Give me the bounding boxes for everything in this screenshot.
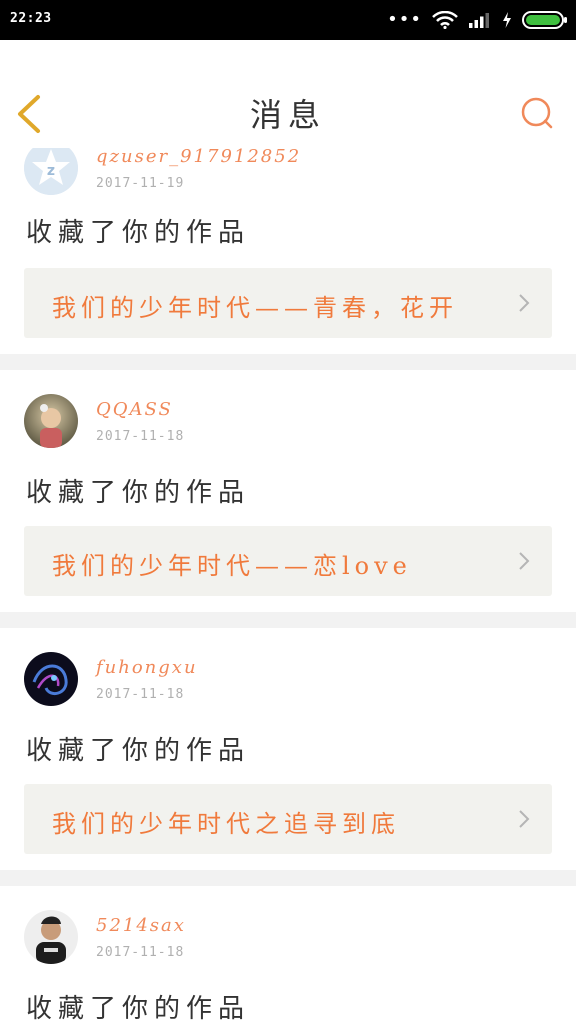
svg-text:z: z (47, 163, 55, 179)
status-icons: ••• (387, 8, 568, 32)
username[interactable]: qzuser_917912852 (96, 148, 301, 167)
message-item: fuhongxu 2017-11-18 收藏了你的作品 我们的少年时代之追寻到底 (0, 628, 576, 870)
chevron-right-icon (519, 810, 530, 828)
action-text: 收藏了你的作品 (26, 218, 251, 248)
user-photo-avatar (24, 910, 78, 964)
username[interactable]: QQASS (96, 399, 173, 420)
work-title: 我们的少年时代之追寻到底 (52, 810, 400, 838)
status-bar: 22:23 ••• (0, 0, 576, 40)
work-link[interactable]: 我们的少年时代——青春，花开 (24, 268, 552, 338)
charging-icon (503, 12, 511, 28)
message-item: QQASS 2017-11-18 收藏了你的作品 我们的少年时代——恋love (0, 370, 576, 612)
battery-icon (522, 11, 567, 29)
message-item: z qzuser_917912852 2017-11-19 收藏了你的作品 我们… (0, 148, 576, 354)
work-title: 我们的少年时代——恋love (52, 552, 412, 580)
message-date: 2017-11-19 (96, 176, 185, 191)
action-text: 收藏了你的作品 (26, 994, 251, 1024)
wifi-icon (432, 11, 458, 29)
message-list[interactable]: z qzuser_917912852 2017-11-19 收藏了你的作品 我们… (0, 148, 576, 1024)
work-link[interactable]: 我们的少年时代——恋love (24, 526, 552, 596)
qzone-avatar-icon: z (24, 148, 78, 195)
chevron-right-icon (519, 294, 530, 312)
avatar[interactable] (24, 652, 78, 706)
message-item: 5214sax 2017-11-18 收藏了你的作品 (0, 886, 576, 1024)
username[interactable]: fuhongxu (96, 657, 198, 678)
app-header: 消息 (0, 40, 576, 149)
message-date: 2017-11-18 (96, 945, 185, 960)
search-icon[interactable] (520, 96, 554, 130)
username[interactable]: 5214sax (96, 915, 186, 936)
avatar[interactable] (24, 394, 78, 448)
message-date: 2017-11-18 (96, 687, 185, 702)
action-text: 收藏了你的作品 (26, 478, 251, 508)
more-dots-icon: ••• (387, 9, 422, 30)
avatar[interactable] (24, 910, 78, 964)
action-text: 收藏了你的作品 (26, 736, 251, 766)
status-time: 22:23 (10, 11, 52, 26)
message-date: 2017-11-18 (96, 429, 185, 444)
chevron-right-icon (519, 552, 530, 570)
signal-icon (469, 13, 489, 28)
user-photo-avatar (24, 394, 78, 448)
page-title: 消息 (249, 96, 326, 134)
user-photo-avatar (24, 652, 78, 706)
work-title: 我们的少年时代——青春，花开 (52, 294, 458, 322)
work-link[interactable]: 我们的少年时代之追寻到底 (24, 784, 552, 854)
avatar[interactable]: z (24, 148, 78, 195)
